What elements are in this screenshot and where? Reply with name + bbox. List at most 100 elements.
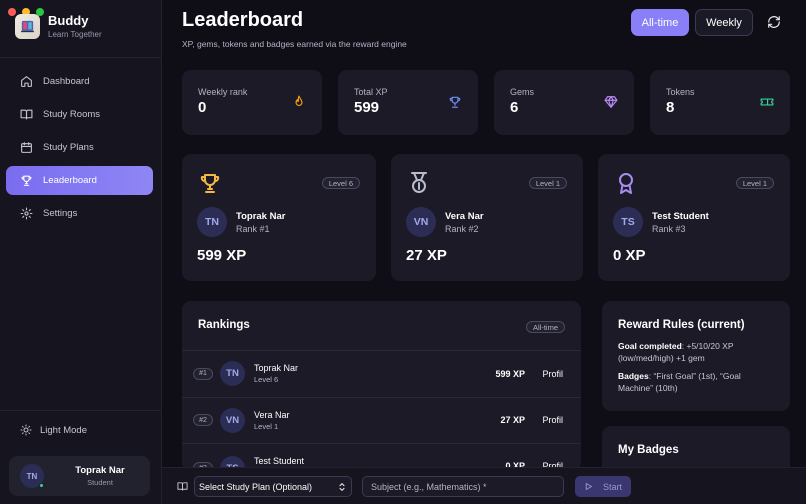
page-title: Leaderboard xyxy=(182,9,304,31)
calendar-icon xyxy=(21,142,32,153)
table-row: #1 TN Toprak Nar Level 6 599 XP Profil xyxy=(182,350,581,397)
stat-value: 6 xyxy=(510,99,519,116)
rankings-panel: Rankings All-time #1 TN Toprak Nar Level… xyxy=(182,301,581,471)
sidebar: Buddy Learn Together Dashboard Study Roo… xyxy=(0,0,162,504)
podium-xp: 27 XP xyxy=(406,247,447,264)
current-user-role: Student xyxy=(87,478,113,487)
table-row: #2 VN Vera Nar Level 1 27 XP Profil xyxy=(182,396,581,444)
study-session-bar: Select Study Plan (Optional) Subject (e.… xyxy=(162,467,806,504)
row-user-level: Level 6 xyxy=(254,375,279,385)
podium-user-rank: Rank #1 xyxy=(236,223,270,234)
trophy-icon xyxy=(21,175,32,186)
my-badges-title: My Badges xyxy=(618,444,679,456)
rank-badge: #2 xyxy=(193,414,213,427)
podium-xp: 0 XP xyxy=(613,247,646,264)
stat-label: Tokens xyxy=(666,87,695,97)
play-icon xyxy=(585,483,592,490)
avatar: VN xyxy=(220,407,245,433)
flame-icon xyxy=(295,95,303,107)
profile-link[interactable]: Profil xyxy=(542,415,563,425)
podium-xp: 599 XP xyxy=(197,247,247,264)
trophy-icon xyxy=(449,96,461,108)
stat-label: Gems xyxy=(510,87,535,97)
medal-icon xyxy=(411,172,427,193)
sidebar-divider xyxy=(0,57,161,58)
profile-link[interactable]: Profil xyxy=(542,369,563,379)
avatar: TS xyxy=(613,207,643,237)
chevron-up-down-icon xyxy=(339,483,345,491)
rule-badges: Badges: “First Goal” (1st), “Goal Machin… xyxy=(618,370,776,394)
stat-value: 0 xyxy=(198,99,207,116)
row-user-name: Toprak Nar xyxy=(254,363,299,374)
period-toggle: All-time Weekly xyxy=(631,9,753,36)
row-user-level: Level 1 xyxy=(254,421,279,431)
rule-label: Badges xyxy=(618,371,649,381)
avatar-initials: TN xyxy=(26,471,38,481)
sidebar-item-study-rooms[interactable]: Study Rooms xyxy=(6,100,153,129)
rule-goal-completed: Goal completed: +5/10/20 XP (low/med/hig… xyxy=(618,340,776,364)
avatar: TN xyxy=(220,361,245,387)
gear-icon xyxy=(20,207,33,220)
study-plan-select[interactable]: Select Study Plan (Optional) xyxy=(194,476,352,497)
podium-user-name: Vera Nar xyxy=(445,210,484,222)
light-mode-toggle[interactable]: Light Mode xyxy=(20,424,87,436)
level-badge: Level 1 xyxy=(735,177,774,189)
current-user-card[interactable]: TN Toprak Nar Student xyxy=(9,456,150,496)
all-time-button[interactable]: All-time xyxy=(631,9,689,36)
stat-card-total-xp: Total XP 599 xyxy=(338,70,478,135)
stat-label: Total XP xyxy=(354,87,388,97)
podium-card-second: Level 1 VN Vera Nar Rank #2 27 XP xyxy=(391,154,583,281)
level-badge: Level 6 xyxy=(321,177,360,189)
sidebar-divider xyxy=(0,410,161,411)
rule-label: Goal completed xyxy=(618,341,682,351)
podium-card-first: Level 6 TN Toprak Nar Rank #1 599 XP xyxy=(182,154,376,281)
sidebar-item-label: Study Rooms xyxy=(43,109,101,120)
sidebar-item-label: Dashboard xyxy=(43,76,90,87)
sidebar-item-dashboard[interactable]: Dashboard xyxy=(6,67,153,96)
stat-card-tokens: Tokens 8 xyxy=(650,70,790,135)
app-tagline: Learn Together xyxy=(48,30,102,39)
current-user-name: Toprak Nar xyxy=(75,465,125,476)
light-mode-label: Light Mode xyxy=(40,424,88,436)
sidebar-nav: Dashboard Study Rooms Study Plans Leader… xyxy=(6,67,153,232)
avatar: TN xyxy=(20,464,44,488)
avatar: TN xyxy=(197,207,227,237)
sidebar-item-settings[interactable]: Settings xyxy=(6,199,153,228)
start-button[interactable]: Start xyxy=(575,476,631,497)
gem-icon xyxy=(604,96,618,108)
sidebar-item-study-plans[interactable]: Study Plans xyxy=(6,133,153,162)
avatar: VN xyxy=(406,207,436,237)
stat-label: Weekly rank xyxy=(198,87,248,97)
sun-icon xyxy=(20,424,32,436)
podium-user-name: Toprak Nar xyxy=(236,210,286,222)
home-icon xyxy=(21,76,32,87)
refresh-icon[interactable] xyxy=(767,15,781,29)
sidebar-item-leaderboard[interactable]: Leaderboard xyxy=(6,166,153,195)
level-badge: Level 1 xyxy=(528,177,567,189)
subject-input-placeholder: Subject (e.g., Mathematics) * xyxy=(371,481,487,492)
rank-badge: #1 xyxy=(193,367,213,380)
row-user-name: Vera Nar xyxy=(254,409,290,420)
sidebar-item-label: Settings xyxy=(43,208,78,219)
podium-user-name: Test Student xyxy=(652,210,709,222)
study-plan-select-value: Select Study Plan (Optional) xyxy=(199,481,313,492)
reward-rules-panel: Reward Rules (current) Goal completed: +… xyxy=(602,301,790,411)
podium-user-rank: Rank #2 xyxy=(445,223,479,234)
rankings-title: Rankings xyxy=(198,319,250,331)
book-icon xyxy=(20,109,33,120)
app-name: Buddy xyxy=(48,13,89,28)
sidebar-item-label: Study Plans xyxy=(43,142,94,153)
stat-value: 599 xyxy=(354,99,380,116)
trophy-icon xyxy=(200,174,220,193)
book-icon xyxy=(177,482,188,491)
subject-input[interactable]: Subject (e.g., Mathematics) * xyxy=(362,476,564,497)
reward-rules-title: Reward Rules (current) xyxy=(618,319,745,331)
page-subtitle: XP, gems, tokens and badges earned via t… xyxy=(182,39,407,49)
start-button-label: Start xyxy=(603,481,623,492)
row-user-name: Test Student xyxy=(254,456,305,466)
row-xp: 599 XP xyxy=(495,368,525,379)
app-logo-icon xyxy=(15,14,40,39)
weekly-button[interactable]: Weekly xyxy=(695,9,753,36)
stat-card-weekly-rank: Weekly rank 0 xyxy=(182,70,322,135)
brand: Buddy Learn Together xyxy=(15,14,102,39)
